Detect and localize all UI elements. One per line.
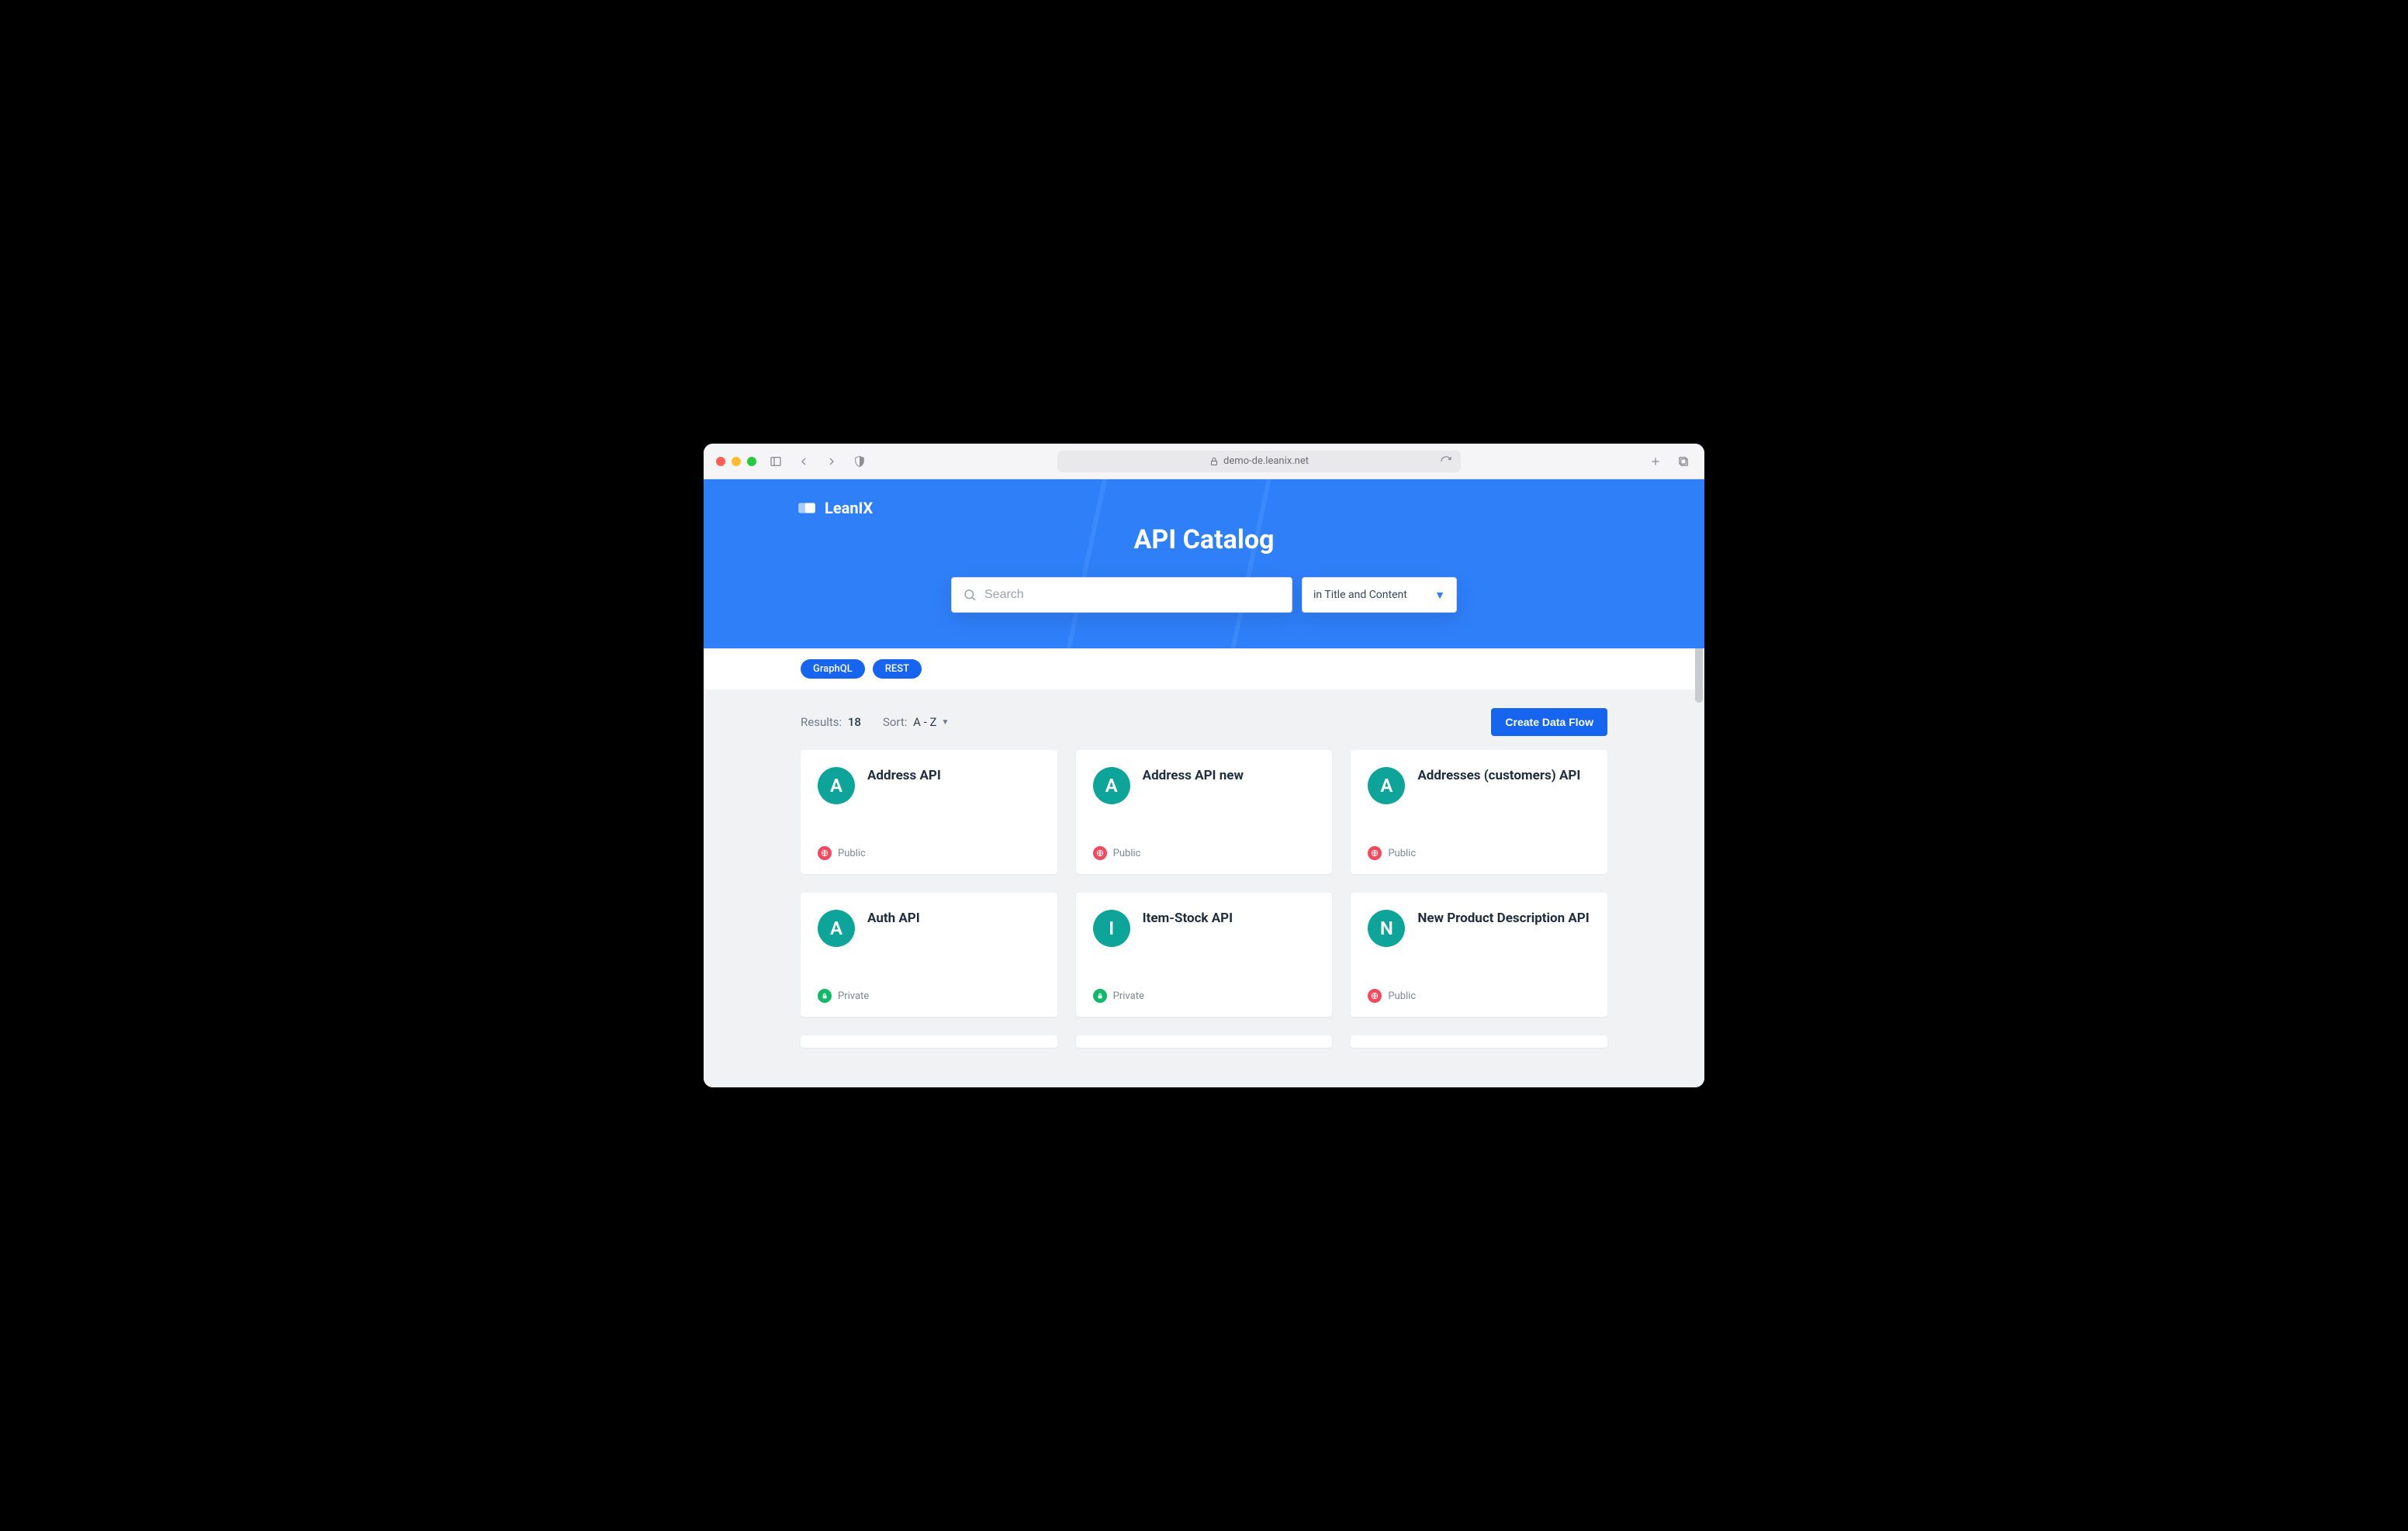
api-title: Address API new	[1143, 767, 1244, 785]
visibility-label: Public	[1113, 848, 1141, 859]
lock-icon	[1209, 457, 1219, 466]
chevron-down-icon: ▼	[941, 718, 949, 727]
create-data-flow-button[interactable]: Create Data Flow	[1491, 708, 1607, 736]
chevron-down-icon: ▼	[1434, 589, 1445, 602]
api-title: Item-Stock API	[1143, 910, 1233, 928]
page-title: API Catalog	[704, 524, 1704, 555]
browser-chrome: demo-de.leanix.net	[704, 444, 1704, 479]
brand-logo-icon	[797, 498, 817, 518]
filter-pill-rest[interactable]: REST	[873, 659, 922, 679]
api-card[interactable]: A Addresses (customers) API Public	[1351, 750, 1607, 874]
globe-icon	[818, 846, 832, 860]
window-controls	[716, 457, 756, 466]
hero: LeanIX API Catalog in Title and Content …	[704, 479, 1704, 648]
api-title: Auth API	[867, 910, 920, 928]
tabs-overview-icon[interactable]	[1675, 453, 1692, 470]
toolbar: Results: 18 Sort: A - Z ▼ Create Data Fl…	[801, 689, 1607, 750]
lock-icon	[1093, 989, 1107, 1003]
refresh-icon[interactable]	[1438, 453, 1455, 470]
api-card[interactable]	[1351, 1035, 1607, 1048]
api-card[interactable]: I Item-Stock API Private	[1076, 893, 1333, 1017]
globe-icon	[1093, 846, 1107, 860]
api-title: Address API	[867, 767, 941, 785]
sort-label: Sort: A - Z ▼	[883, 715, 949, 729]
privacy-shield-icon[interactable]	[851, 453, 868, 470]
back-button[interactable]	[795, 453, 812, 470]
new-tab-icon[interactable]	[1647, 453, 1664, 470]
api-title: Addresses (customers) API	[1417, 767, 1580, 785]
visibility-label: Public	[1388, 990, 1416, 1002]
search-box[interactable]	[951, 577, 1292, 613]
search-scope-label: in Title and Content	[1313, 589, 1407, 601]
close-window[interactable]	[716, 457, 725, 466]
visibility-label: Public	[1388, 848, 1416, 859]
avatar: A	[818, 767, 855, 804]
api-card[interactable]: N New Product Description API Public	[1351, 893, 1607, 1017]
browser-window: demo-de.leanix.net	[704, 444, 1704, 1087]
globe-icon	[1368, 846, 1382, 860]
forward-button[interactable]	[823, 453, 840, 470]
zoom-window[interactable]	[747, 457, 756, 466]
avatar: I	[1093, 910, 1130, 947]
search-scope-select[interactable]: in Title and Content ▼	[1302, 577, 1457, 613]
api-title: New Product Description API	[1417, 910, 1589, 928]
search-icon	[963, 588, 977, 602]
visibility-label: Public	[838, 848, 866, 859]
visibility-label: Private	[1113, 990, 1144, 1002]
api-card[interactable]: A Auth API Private	[801, 893, 1057, 1017]
avatar: A	[1093, 767, 1130, 804]
api-card[interactable]	[1076, 1035, 1333, 1048]
api-card[interactable]: A Address API Public	[801, 750, 1057, 874]
lock-icon	[818, 989, 832, 1003]
minimize-window[interactable]	[732, 457, 741, 466]
visibility-label: Private	[838, 990, 869, 1002]
api-card[interactable]	[801, 1035, 1057, 1048]
search-input[interactable]	[984, 588, 1281, 602]
sidebar-toggle-icon[interactable]	[767, 453, 784, 470]
results-count: 18	[848, 715, 861, 729]
brand[interactable]: LeanIX	[704, 479, 1704, 518]
page: LeanIX API Catalog in Title and Content …	[704, 479, 1704, 1087]
filter-pill-graphql[interactable]: GraphQL	[801, 659, 865, 679]
globe-icon	[1368, 989, 1382, 1003]
avatar: A	[1368, 767, 1405, 804]
avatar: A	[818, 910, 855, 947]
avatar: N	[1368, 910, 1405, 947]
address-text: demo-de.leanix.net	[1223, 455, 1309, 467]
filter-bar: GraphQL REST	[704, 648, 1704, 689]
results-label: Results: 18	[801, 715, 861, 729]
api-card[interactable]: A Address API new Public	[1076, 750, 1333, 874]
sort-select[interactable]: A - Z ▼	[913, 715, 949, 729]
api-grid: A Address API Public A Address API new Public…	[801, 750, 1607, 1017]
brand-name: LeanIX	[825, 499, 873, 517]
address-bar[interactable]: demo-de.leanix.net	[1057, 451, 1461, 472]
